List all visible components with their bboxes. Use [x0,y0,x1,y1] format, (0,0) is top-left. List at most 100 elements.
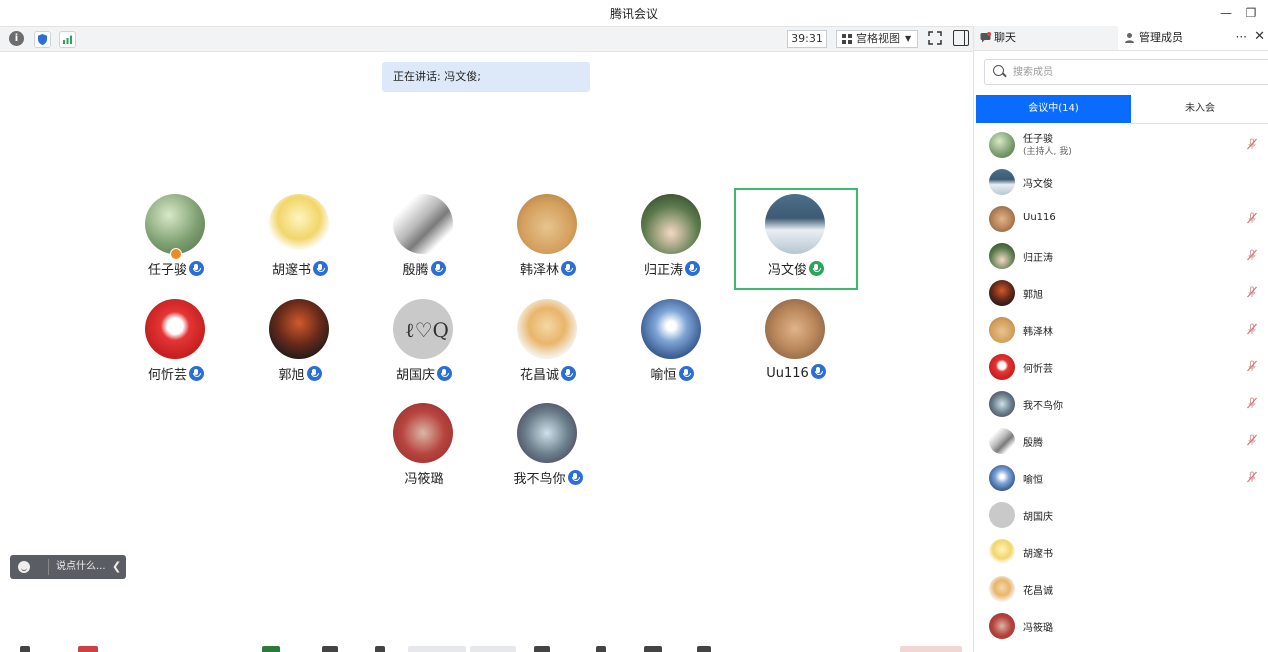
participant-tile[interactable]: 郭旭 [238,296,362,398]
avatar [393,403,453,463]
restore-button[interactable]: ❐ [1242,4,1260,22]
avatar: ℓ♡Q [393,299,453,359]
toolbar-button[interactable] [78,646,98,652]
mic-muted-icon[interactable] [1246,471,1258,483]
member-row[interactable]: 韩泽林 [974,311,1268,348]
toolbar-button[interactable] [697,646,711,652]
member-name: 喻恒 [1023,475,1043,486]
title-bar: 腾讯会议 — ❐ [0,0,1268,26]
view-mode-dropdown[interactable]: 宫格视图 ▼ [836,30,918,48]
participant-name: 胡邃书 [271,263,311,278]
collapse-arrow-icon[interactable]: ❮ [112,555,121,579]
participant-tile[interactable]: 韩泽林 [486,191,610,293]
mic-icon [189,366,204,381]
participant-tile[interactable]: 花昌诚 [486,296,610,398]
avatar [989,317,1015,343]
mic-icon [567,470,583,485]
toolbar-button[interactable] [408,646,466,652]
side-panel-toggle-icon[interactable] [953,30,969,46]
participant-name: 冯文俊 [767,263,807,278]
member-row[interactable]: Uu116 [974,200,1268,237]
member-row[interactable]: 花昌诚 [974,570,1268,607]
toolbar-button[interactable] [534,646,550,652]
emoji-icon[interactable] [18,561,30,573]
avatar [989,391,1015,417]
end-meeting-button[interactable] [900,646,962,652]
avatar [989,576,1015,602]
mic-muted-icon[interactable] [1246,434,1258,446]
mic-muted-icon[interactable] [1246,360,1258,372]
participant-tile[interactable]: 喻恒 [610,296,734,398]
close-icon[interactable]: ✕ [1254,26,1265,48]
toolbar-button[interactable] [20,646,30,652]
mic-muted-icon[interactable] [1246,249,1258,261]
svg-text:ℓ♡Q: ℓ♡Q [405,318,449,342]
mic-muted-icon[interactable] [1246,286,1258,298]
chevron-down-icon: ▼ [905,34,912,43]
participant-name: 花昌诚 [519,368,559,383]
fullscreen-icon[interactable] [927,30,943,46]
shield-icon[interactable] [34,31,51,48]
participant-tile[interactable]: 归正涛 [610,191,734,293]
participant-tile[interactable]: 殷腾 [362,191,486,293]
member-name: 花昌诚 [1023,586,1053,597]
toolbar-button[interactable] [262,646,280,652]
toolbar-button[interactable] [375,646,385,652]
member-row[interactable]: 任子骏 (主持人, 我) [974,126,1268,163]
mic-muted-icon[interactable] [1246,323,1258,335]
side-panel-tabs: 聊天 管理成员 ··· ✕ [974,26,1268,51]
avatar [641,194,701,254]
member-row[interactable]: 胡国庆 [974,496,1268,533]
participant-tile[interactable]: 冯筱璐 [362,400,486,502]
mic-muted-icon[interactable] [1246,138,1258,150]
member-row[interactable]: 胡邃书 [974,533,1268,570]
participant-tile[interactable]: 任子骏 [114,191,238,293]
speaking-text: 正在讲话: 冯文俊; [393,70,481,83]
toolbar-button[interactable] [644,646,662,652]
avatar [765,299,825,359]
participant-tile[interactable]: 何忻芸 [114,296,238,398]
mic-speaking-icon [809,261,824,276]
participant-name: 喻恒 [650,368,677,383]
mic-muted-icon[interactable] [1246,397,1258,409]
tab-in-meeting[interactable]: 会议中(14) [976,95,1131,123]
avatar [989,613,1015,639]
mic-icon [685,261,700,276]
member-row[interactable]: 归正涛 [974,237,1268,274]
window-title: 腾讯会议 [609,7,658,21]
participant-tile-active-speaker[interactable]: 冯文俊 [734,188,858,290]
mic-icon [437,366,452,381]
member-row[interactable]: 何忻芸 [974,348,1268,385]
member-row[interactable]: 殷腾 [974,422,1268,459]
member-row[interactable]: 喻恒 [974,459,1268,496]
tab-not-joined[interactable]: 未入会 [1131,95,1268,124]
quick-chat-input[interactable]: 说点什么... ❮ [10,555,126,579]
toolbar-button[interactable] [470,646,516,652]
member-search-input[interactable] [1011,63,1255,81]
member-row[interactable]: 冯文俊 [974,163,1268,200]
more-options-icon[interactable]: ··· [1236,26,1247,48]
toolbar-button[interactable] [322,646,338,652]
member-row[interactable]: 我不鸟你 [974,385,1268,422]
participant-tile[interactable]: ℓ♡Q 胡国庆 [362,296,486,398]
avatar [517,403,577,463]
tab-chat[interactable]: 聊天 [974,26,1118,50]
avatar [765,194,825,254]
info-icon[interactable]: i [9,31,24,46]
participant-tile[interactable]: 胡邃书 [238,191,362,293]
avatar [989,169,1015,195]
participant-tile[interactable]: Uu116 [734,296,858,398]
member-row[interactable]: 冯筱璐 [974,607,1268,644]
minimize-button[interactable]: — [1217,4,1235,22]
meeting-timer: 39:31 [787,30,827,48]
signal-icon[interactable] [59,31,76,48]
avatar [989,539,1015,565]
mic-muted-icon[interactable] [1246,212,1258,224]
participant-tile[interactable]: 我不鸟你 [486,400,610,502]
member-search[interactable] [984,59,1268,85]
avatar [989,206,1015,232]
quick-chat-placeholder: 说点什么... [56,561,106,572]
member-row[interactable]: 郭旭 [974,274,1268,311]
avatar [989,132,1015,158]
toolbar-button[interactable] [596,646,606,652]
